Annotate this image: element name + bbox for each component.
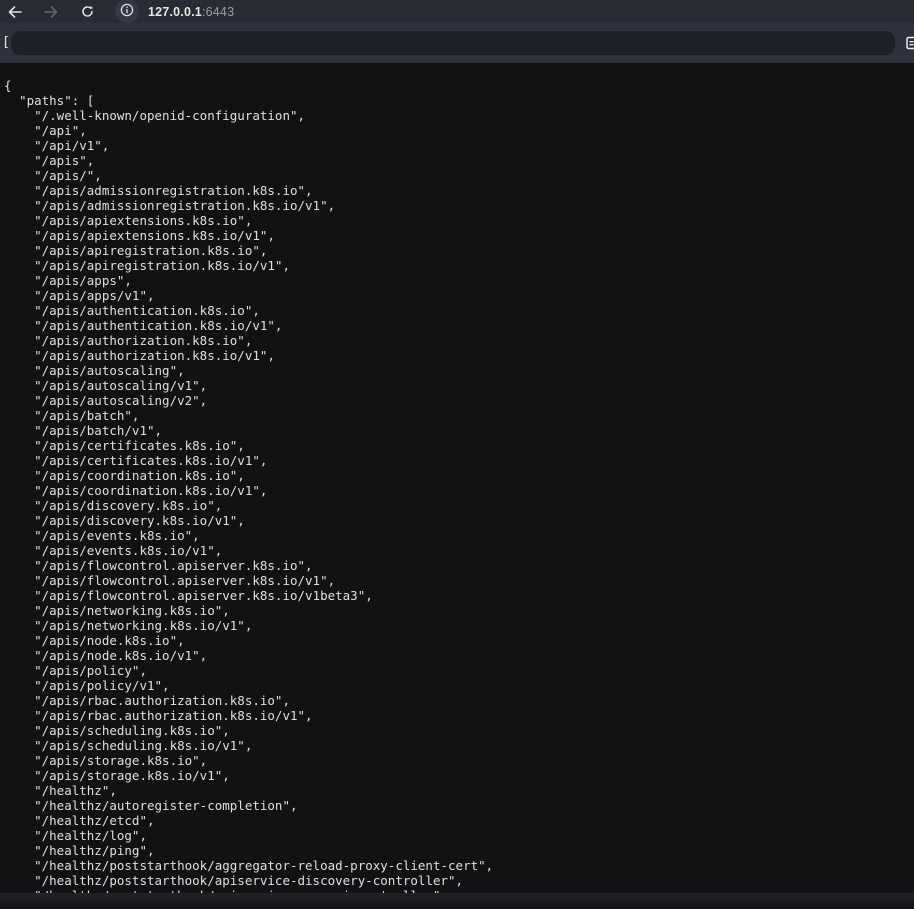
json-line: "/apis/flowcontrol.apiserver.k8s.io", xyxy=(4,558,493,573)
json-line: "/apis/admissionregistration.k8s.io/v1", xyxy=(4,198,493,213)
json-line: "/apis/networking.k8s.io/v1", xyxy=(4,618,493,633)
json-line: "/apis/flowcontrol.apiserver.k8s.io/v1", xyxy=(4,573,493,588)
url-host: 127.0.0.1 xyxy=(148,5,202,19)
json-line: "paths": [ xyxy=(4,93,493,108)
json-line: "/healthz/log", xyxy=(4,828,493,843)
json-line: "/healthz/poststarthook/aggregator-reloa… xyxy=(4,858,493,873)
url-port: :6443 xyxy=(202,5,234,19)
json-line: "/healthz/ping", xyxy=(4,843,493,858)
json-line: "/apis/batch", xyxy=(4,408,493,423)
reload-button[interactable] xyxy=(76,0,98,23)
json-line: "/apis/apiextensions.k8s.io/v1", xyxy=(4,228,493,243)
json-line: "/apis/authorization.k8s.io", xyxy=(4,333,493,348)
json-line: "/healthz", xyxy=(4,783,493,798)
json-line: "/apis/coordination.k8s.io", xyxy=(4,468,493,483)
json-line: "/apis/", xyxy=(4,168,493,183)
omnibox-field[interactable] xyxy=(11,31,895,55)
reload-icon xyxy=(81,5,94,18)
bracket-text: [ xyxy=(2,35,10,51)
json-line: "/apis/certificates.k8s.io/v1", xyxy=(4,453,493,468)
json-line: "/apis/networking.k8s.io", xyxy=(4,603,493,618)
json-line: "/apis/discovery.k8s.io/v1", xyxy=(4,513,493,528)
json-line: "/apis/scheduling.k8s.io", xyxy=(4,723,493,738)
json-line: "/apis/apiregistration.k8s.io", xyxy=(4,243,493,258)
json-line: "/apis/flowcontrol.apiserver.k8s.io/v1be… xyxy=(4,588,493,603)
back-button[interactable] xyxy=(4,0,26,23)
json-line: "/apis", xyxy=(4,153,493,168)
json-line: "/healthz/autoregister-completion", xyxy=(4,798,493,813)
browser-window: 127.0.0.1:6443 [ { "paths": [ "/.well-kn… xyxy=(0,0,914,909)
json-line: "/apis/authorization.k8s.io/v1", xyxy=(4,348,493,363)
horizontal-scrollbar[interactable] xyxy=(0,893,914,909)
toolbar-right-icon[interactable] xyxy=(905,36,914,50)
json-line: "/apis/certificates.k8s.io", xyxy=(4,438,493,453)
json-line: "/apis/coordination.k8s.io/v1", xyxy=(4,483,493,498)
json-line: "/apis/apiregistration.k8s.io/v1", xyxy=(4,258,493,273)
json-line: "/apis/discovery.k8s.io", xyxy=(4,498,493,513)
secondary-toolbar: [ xyxy=(0,23,914,63)
browser-toolbar: 127.0.0.1:6443 xyxy=(0,0,914,23)
json-line: "/healthz/poststarthook/apiservice-disco… xyxy=(4,873,493,888)
json-line: "/apis/node.k8s.io", xyxy=(4,633,493,648)
json-line: "/api/v1", xyxy=(4,138,493,153)
json-line: "/healthz/etcd", xyxy=(4,813,493,828)
json-line: { xyxy=(4,78,493,93)
forward-arrow-icon xyxy=(44,6,58,18)
json-line: "/apis/storage.k8s.io", xyxy=(4,753,493,768)
json-line: "/apis/autoscaling/v1", xyxy=(4,378,493,393)
json-line: "/apis/node.k8s.io/v1", xyxy=(4,648,493,663)
json-line: "/apis/policy", xyxy=(4,663,493,678)
json-line: "/apis/storage.k8s.io/v1", xyxy=(4,768,493,783)
json-line: "/apis/apps/v1", xyxy=(4,288,493,303)
json-line: "/api", xyxy=(4,123,493,138)
json-text: { "paths": [ "/.well-known/openid-config… xyxy=(4,78,493,903)
json-line: "/apis/admissionregistration.k8s.io", xyxy=(4,183,493,198)
back-arrow-icon xyxy=(8,6,22,18)
json-line: "/apis/autoscaling", xyxy=(4,363,493,378)
site-info-icon xyxy=(120,3,134,20)
json-line: "/apis/rbac.authorization.k8s.io", xyxy=(4,693,493,708)
json-line: "/apis/authentication.k8s.io", xyxy=(4,303,493,318)
json-line: "/apis/events.k8s.io/v1", xyxy=(4,543,493,558)
json-line: "/apis/policy/v1", xyxy=(4,678,493,693)
json-line: "/.well-known/openid-configuration", xyxy=(4,108,493,123)
site-info-button[interactable] xyxy=(115,0,139,23)
json-line: "/apis/autoscaling/v2", xyxy=(4,393,493,408)
forward-button[interactable] xyxy=(40,0,62,23)
json-line: "/apis/authentication.k8s.io/v1", xyxy=(4,318,493,333)
json-line: "/apis/apiextensions.k8s.io", xyxy=(4,213,493,228)
json-line: "/apis/rbac.authorization.k8s.io/v1", xyxy=(4,708,493,723)
json-line: "/apis/batch/v1", xyxy=(4,423,493,438)
json-line: "/apis/events.k8s.io", xyxy=(4,528,493,543)
json-line: "/apis/scheduling.k8s.io/v1", xyxy=(4,738,493,753)
address-url-text[interactable]: 127.0.0.1:6443 xyxy=(148,0,234,23)
page-content: { "paths": [ "/.well-known/openid-config… xyxy=(0,63,914,909)
json-line: "/apis/apps", xyxy=(4,273,493,288)
